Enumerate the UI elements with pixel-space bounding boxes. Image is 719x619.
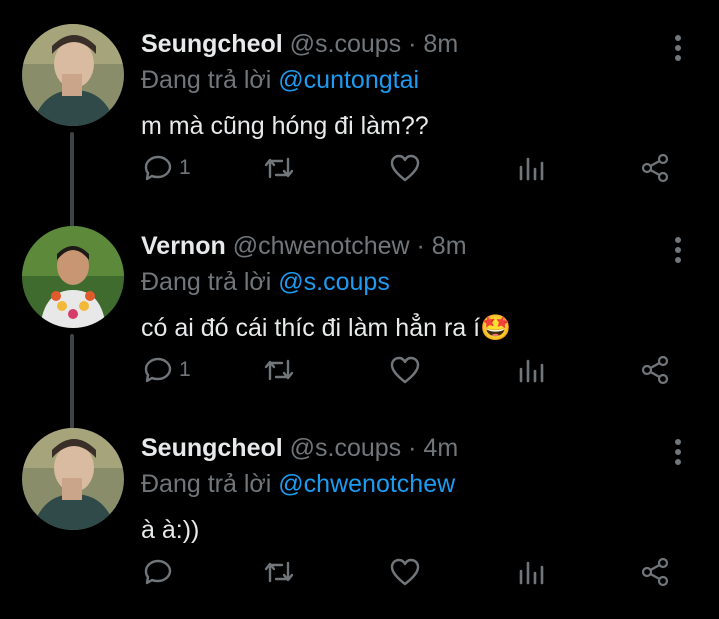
tweet-header: Seungcheol @s.coups · 4m (141, 434, 458, 463)
analytics-icon (519, 359, 544, 383)
tweet-text-content: có ai đó cái thíc đi làm hẳn ra í (141, 314, 481, 342)
action-bar: 1 (0, 148, 719, 188)
analytics-button[interactable] (517, 148, 545, 188)
reply-context: Đang trả lời @cuntongtai (141, 66, 419, 95)
action-bar: 1 (0, 350, 719, 390)
like-button[interactable] (389, 350, 421, 390)
user-handle[interactable]: @s.coups (290, 30, 402, 58)
retweet-button[interactable] (262, 350, 296, 390)
tweet[interactable]: Vernon @chwenotchew · 8m Đang trả lời @s… (0, 202, 719, 404)
reply-count: 1 (179, 156, 191, 179)
retweet-button[interactable] (262, 148, 296, 188)
reply-icon (144, 155, 172, 181)
reply-button[interactable]: 1 (143, 350, 191, 390)
star-struck-emoji: 🤩 (480, 314, 512, 342)
reply-button[interactable] (143, 552, 179, 592)
user-handle[interactable]: @s.coups (290, 434, 402, 462)
more-vertical-icon[interactable] (668, 34, 688, 62)
reply-mention-link[interactable]: @s.coups (278, 268, 390, 296)
separator-dot: · (408, 434, 417, 462)
timestamp[interactable]: 8m (432, 232, 467, 260)
more-vertical-icon[interactable] (668, 236, 688, 264)
share-button[interactable] (640, 552, 670, 592)
reply-context: Đang trả lời @s.coups (141, 268, 390, 297)
display-name[interactable]: Vernon (141, 232, 226, 260)
tweet-text: có ai đó cái thíc đi làm hẳn ra í🤩 (141, 314, 511, 343)
share-icon (641, 355, 669, 385)
retweet-icon (264, 561, 294, 583)
reply-prefix: Đang trả lời (141, 66, 272, 94)
tweet-text: m mà cũng hóng đi làm?? (141, 112, 429, 140)
more-vertical-icon[interactable] (668, 438, 688, 466)
retweet-icon (264, 157, 294, 179)
analytics-icon (519, 561, 544, 585)
reply-button[interactable]: 1 (143, 148, 191, 188)
reply-prefix: Đang trả lời (141, 470, 272, 498)
share-icon (641, 557, 669, 587)
heart-icon (390, 356, 420, 384)
display-name[interactable]: Seungcheol (141, 434, 283, 462)
reply-context: Đang trả lời @chwenotchew (141, 470, 455, 499)
reply-mention-link[interactable]: @cuntongtai (278, 66, 419, 94)
analytics-icon (519, 157, 544, 181)
reply-count: 1 (179, 358, 191, 381)
timestamp[interactable]: 8m (423, 30, 458, 58)
heart-icon (390, 558, 420, 586)
analytics-button[interactable] (517, 350, 545, 390)
action-bar (0, 552, 719, 592)
user-handle[interactable]: @chwenotchew (233, 232, 410, 260)
retweet-icon (264, 359, 294, 381)
avatar[interactable] (22, 428, 124, 530)
reply-icon (144, 357, 172, 383)
heart-icon (390, 154, 420, 182)
tweet-header: Seungcheol @s.coups · 8m (141, 30, 458, 59)
avatar[interactable] (22, 226, 124, 328)
reply-icon (144, 559, 172, 585)
tweet[interactable]: Seungcheol @s.coups · 8m Đang trả lời @c… (0, 0, 719, 202)
tweet[interactable]: Seungcheol @s.coups · 4m Đang trả lời @c… (0, 404, 719, 606)
avatar[interactable] (22, 24, 124, 126)
reply-mention-link[interactable]: @chwenotchew (278, 470, 455, 498)
share-button[interactable] (640, 148, 670, 188)
share-icon (641, 153, 669, 183)
timestamp[interactable]: 4m (423, 434, 458, 462)
display-name[interactable]: Seungcheol (141, 30, 283, 58)
like-button[interactable] (389, 552, 421, 592)
separator-dot: · (416, 232, 425, 260)
tweet-header: Vernon @chwenotchew · 8m (141, 232, 467, 261)
tweet-text: à à:)) (141, 516, 200, 544)
analytics-button[interactable] (517, 552, 545, 592)
retweet-button[interactable] (262, 552, 296, 592)
separator-dot: · (408, 30, 417, 58)
like-button[interactable] (389, 148, 421, 188)
share-button[interactable] (640, 350, 670, 390)
reply-prefix: Đang trả lời (141, 268, 272, 296)
